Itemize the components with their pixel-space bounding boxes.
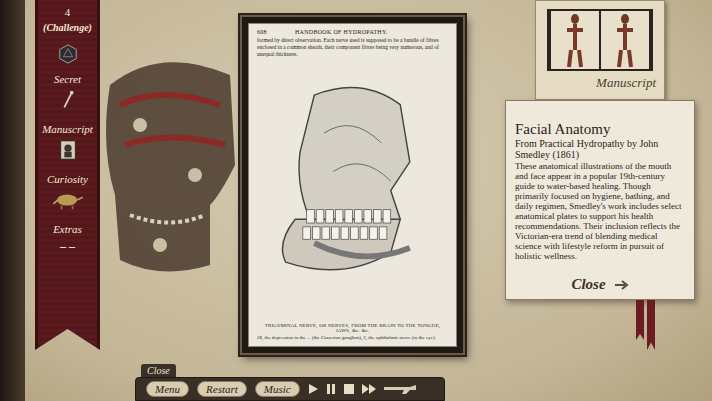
image-frame: 608 HANDBOOK OF HYDROPATHY. formed by dire… xyxy=(240,15,465,355)
manuscript-label: Manuscript xyxy=(596,75,656,91)
extras-value: – – xyxy=(60,239,75,254)
bookmark xyxy=(647,300,655,350)
close-tab[interactable]: Close xyxy=(141,364,176,377)
page-number: 608 xyxy=(257,29,267,35)
book-page: 4 (Challenge) Secret Manuscript Curiosity Ext… xyxy=(25,0,712,401)
document-page: 608 HANDBOOK OF HYDROPATHY. formed by dire… xyxy=(248,23,457,347)
play-icon[interactable] xyxy=(308,384,318,394)
toolbar-button[interactable]: Music xyxy=(255,381,300,397)
rifle-icon[interactable] xyxy=(384,383,418,395)
info-panel: Facial AnatomyFrom Practical Hydropathy … xyxy=(505,100,695,300)
running-head: HANDBOOK OF HYDROPATHY. xyxy=(295,29,388,35)
key-icon xyxy=(57,89,79,111)
ribbon-item[interactable]: Curiosity xyxy=(47,173,88,185)
stop-icon[interactable] xyxy=(344,384,354,394)
anatomy-book-icon xyxy=(545,5,655,75)
close-button[interactable]: Close xyxy=(515,276,686,293)
ribbon-item[interactable]: Secret xyxy=(54,73,81,85)
manuscript-card: Manuscript xyxy=(535,0,665,100)
toolbar-button[interactable]: Menu xyxy=(146,381,189,397)
right-column: Manuscript Facial AnatomyFrom Practical H… xyxy=(505,0,695,350)
bookmarks xyxy=(636,300,655,350)
armadillo-icon xyxy=(51,189,85,211)
game-screen: 4 (Challenge) Secret Manuscript Curiosity Ext… xyxy=(0,0,712,401)
document-caption: TRIGEMINAL NERVE, OR NERVES, FROM THE BR… xyxy=(257,323,448,333)
skull-drawing-area xyxy=(100,0,240,330)
toolbar-wrap: Close Menu Restart Music xyxy=(135,364,445,401)
bottom-row: Close Menu Restart Music xyxy=(25,362,712,401)
info-title: Facial Anatomy xyxy=(515,121,686,138)
info-subtitle: From Practical Hydropathy by John Smedle… xyxy=(515,138,686,160)
ribbon-item[interactable]: Manuscript xyxy=(42,123,93,135)
pause-icon[interactable] xyxy=(326,384,336,394)
toolbar: Menu Restart Music xyxy=(135,377,445,401)
ribbon-item[interactable]: Extras xyxy=(53,223,82,235)
arrow-right-icon xyxy=(614,279,630,291)
menu-ribbon: 4 (Challenge) Secret Manuscript Curiosity Ext… xyxy=(35,0,100,350)
level-mode: (Challenge) xyxy=(43,22,92,33)
next-icon[interactable] xyxy=(362,384,376,394)
bookmark xyxy=(636,300,644,340)
content-row: 4 (Challenge) Secret Manuscript Curiosity Ext… xyxy=(25,0,712,362)
document-header: 608 HANDBOOK OF HYDROPATHY. xyxy=(257,29,448,35)
toolbar-button[interactable]: Restart xyxy=(197,381,247,397)
skull-drawing-icon xyxy=(100,45,240,285)
info-description: These anatomical illustrations of the mo… xyxy=(515,161,686,262)
dice-icon xyxy=(57,43,79,65)
book-edge xyxy=(0,0,25,401)
level-number: 4 xyxy=(65,6,71,18)
document-intro: formed by direct observation. Each nerve… xyxy=(257,37,448,58)
close-label: Close xyxy=(571,276,605,293)
skull-illustration-icon xyxy=(257,58,448,323)
portrait-icon xyxy=(57,139,79,161)
document-legend: 28, the depression in the ... (the Casse… xyxy=(257,335,448,341)
